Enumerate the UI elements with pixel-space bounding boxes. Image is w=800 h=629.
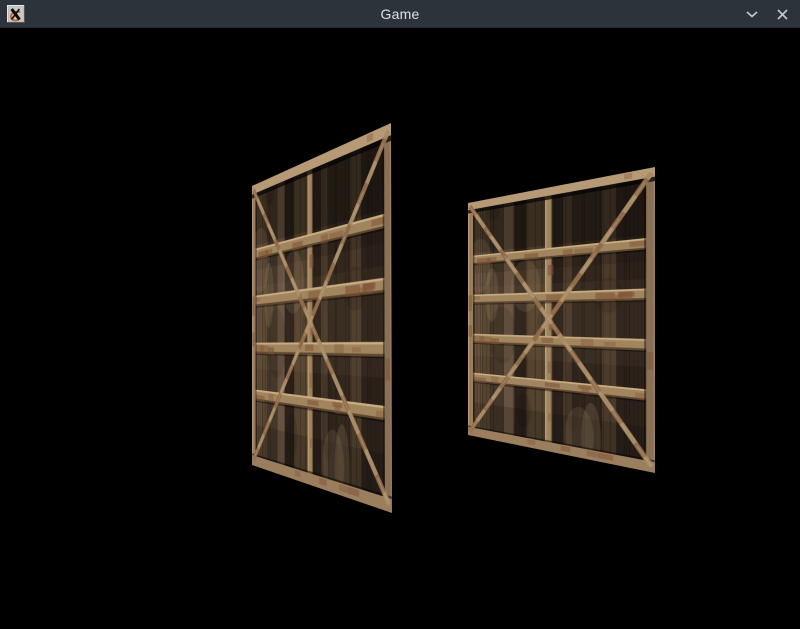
minimize-button[interactable] — [742, 4, 762, 24]
x11-app-icon — [7, 5, 25, 23]
titlebar-controls — [742, 0, 792, 28]
crate-wall-left — [252, 123, 392, 513]
titlebar[interactable]: Game — [0, 0, 800, 28]
chevron-down-icon — [746, 11, 758, 18]
crate-wall-right — [468, 167, 655, 473]
close-button[interactable] — [772, 4, 792, 24]
close-icon — [777, 9, 788, 20]
game-window: Game — [0, 0, 800, 629]
game-viewport[interactable] — [0, 28, 800, 629]
window-title: Game — [0, 0, 800, 28]
